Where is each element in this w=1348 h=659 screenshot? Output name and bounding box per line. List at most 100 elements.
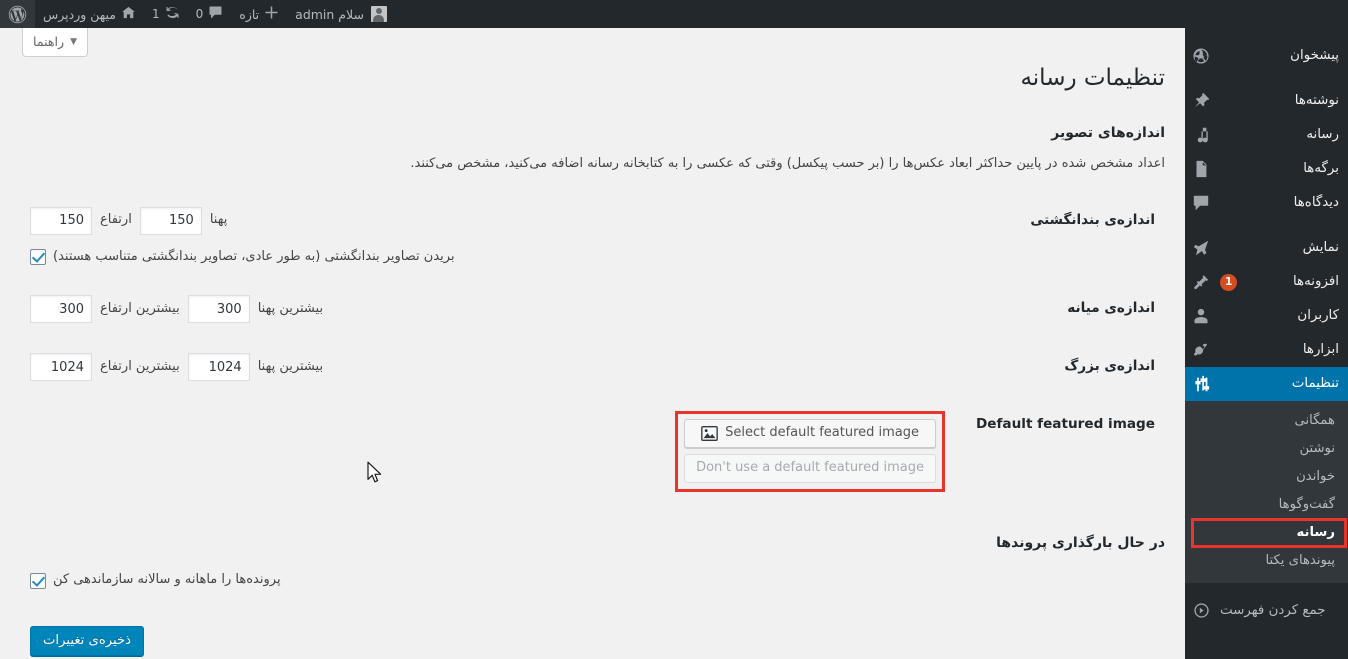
sidebar-item-comments[interactable]: دیدگاه‌ها [1185,186,1348,220]
submenu-item-discussion[interactable]: گفت‌وگوها [1185,491,1348,519]
submenu-item-media[interactable]: رسانه [1185,518,1348,548]
screen-meta-links: ▼ راهنما [22,28,89,57]
sidebar-item-users[interactable]: کاربران [1185,299,1348,333]
submit-area: ذخیره‌ی تغییرات [20,626,1165,657]
page-title: تنظیمات رسانه [1020,65,1165,91]
remove-default-featured-image-button[interactable]: Don't use a default featured image [684,454,936,484]
organize-uploads-check-row: پرونده‌ها را ماهانه و سالانه سازماندهی ک… [30,572,945,589]
appearance-icon [1191,238,1211,258]
pin-icon [1191,91,1211,111]
sidebar-item-label: برگه‌ها [1303,161,1339,176]
default-featured-image-fields: Select default featured image Don't use … [20,396,955,507]
collapse-label: جمع کردن فهرست [1220,602,1326,618]
uploading-files-heading: در حال بارگذاری پروندها [996,535,1165,552]
thumbnail-width-label: پهنا [209,212,228,228]
thumbnail-crop-checkbox[interactable] [30,248,46,265]
main-content: تنظیمات رسانه اندازه‌های تصویر اعداد مشخ… [0,28,1185,659]
thumbnail-height-label: ارتفاع [100,212,132,228]
site-name-label: میهن وردپرس [43,6,116,22]
avatar [370,6,387,22]
medium-width-input[interactable] [187,295,250,324]
sidebar-item-label: دیدگاه‌ها [1293,195,1339,210]
sidebar-item-label: تنظیمات [1291,376,1339,391]
help-tab-button[interactable]: ▼ راهنما [22,28,89,57]
updates-menu[interactable]: 1 [144,0,188,28]
sidebar-item-label: نمایش [1302,240,1339,255]
users-icon [1191,306,1211,326]
updates-icon [165,5,180,23]
sidebar-item-tools[interactable]: ابزارها [1185,333,1348,367]
large-height-label: بیشترین ارتفاع [100,358,180,374]
menu-separator-2 [1185,220,1348,231]
sidebar-item-dashboard[interactable]: پیشخوان [1185,39,1348,73]
new-content-menu[interactable]: تازه [231,0,287,28]
thumbnail-size-label: اندازه‌ی بندانگشتی [1030,211,1155,228]
sidebar-item-label: نوشته‌ها [1294,93,1339,108]
howdy-account-menu[interactable]: سلام admin [287,0,395,28]
sidebar-item-label: ابزارها [1302,342,1339,357]
medium-width-label: بیشترین پهنا [257,300,324,316]
sidebar-item-posts[interactable]: نوشته‌ها [1185,84,1348,118]
submenu-item-writing[interactable]: نوشتن [1185,435,1348,463]
updates-count: 1 [152,7,160,21]
sidebar-item-media[interactable]: رسانه [1185,118,1348,152]
save-changes-button[interactable]: ذخیره‌ی تغییرات [30,626,145,657]
howdy-label: سلام admin [295,6,364,22]
menu-separator-1 [1185,73,1348,84]
comments-count: 0 [195,7,204,21]
large-size-fields: بیشترین پهنا بیشترین ارتفاع [20,338,955,396]
submenu-label: رسانه [1296,525,1335,540]
remove-default-featured-image-label: Don't use a default featured image [696,460,924,476]
medium-size-fields: بیشترین پهنا بیشترین ارتفاع [20,280,955,338]
help-tab-label: راهنما [33,34,65,49]
submenu-item-reading[interactable]: خواندن [1185,463,1348,491]
submenu-label: پیوندهای یکتا [1265,553,1336,568]
plus-icon [264,5,279,23]
sidebar-item-appearance[interactable]: نمایش [1185,231,1348,265]
medium-height-label: بیشترین ارتفاع [100,300,180,316]
large-size-row: اندازه‌ی بزرگ بیشترین پهنا بیشترین ارتفا… [20,338,1165,396]
new-content-label: تازه [239,6,260,22]
thumbnail-size-row: اندازه‌ی بندانگشتی پهنا ارتفاع بریدن تصا… [20,192,1165,281]
sidebar-item-label: رسانه [1306,127,1339,142]
thumbnail-width-input[interactable] [139,206,202,235]
large-height-input[interactable] [30,353,92,382]
thumbnail-size-fields: پهنا ارتفاع بریدن تصاویر بندانگشتی (به ط… [20,192,955,281]
sidebar-item-pages[interactable]: برگه‌ها [1185,152,1348,186]
settings-icon [1191,374,1211,394]
image-sizes-description: اعداد مشخص شده در پایین حداکثر ابعاد عکس… [410,156,1165,171]
tools-icon [1191,340,1211,360]
site-name-menu[interactable]: میهن وردپرس [35,0,144,28]
admin-sidebar-menu: پیشخوان نوشته‌ها رسانه برگه‌ها دید [1177,28,1348,659]
home-icon [121,5,136,23]
large-width-label: بیشترین پهنا [257,358,324,374]
image-sizes-heading: اندازه‌های تصویر [1051,125,1165,141]
medium-size-label: اندازه‌ی میانه [1067,300,1155,317]
image-icon [701,426,718,442]
submenu-item-general[interactable]: همگانی [1185,407,1348,435]
dashboard-icon [1191,46,1211,66]
collapse-menu-button[interactable]: جمع کردن فهرست [1185,593,1348,627]
comments-menu[interactable]: 0 [188,0,232,28]
large-width-input[interactable] [187,353,250,382]
sidebar-item-label: کاربران [1297,308,1339,323]
settings-submenu: همگانی نوشتن خواندن گفت‌وگوها رسانه پیون… [1185,401,1348,583]
organize-uploads-row: پرونده‌ها را ماهانه و سالانه سازماندهی ک… [20,557,1165,604]
thumbnail-height-input[interactable] [30,206,92,235]
medium-height-input[interactable] [30,295,92,324]
select-default-featured-image-label: Select default featured image [725,425,919,441]
plugins-update-badge: 1 [1220,273,1238,291]
submenu-item-permalinks[interactable]: پیوندهای یکتا [1185,547,1348,575]
organize-uploads-checkbox[interactable] [30,572,46,589]
wordpress-logo-icon[interactable] [0,0,35,28]
select-default-featured-image-button[interactable]: Select default featured image [684,419,936,449]
sidebar-item-plugins[interactable]: 1 افزونه‌ها [1185,265,1348,299]
thumbnail-crop-row: بریدن تصاویر بندانگشتی (به طور عادی، تصا… [30,249,945,266]
chevron-down-icon: ▼ [70,37,78,47]
default-featured-image-label: Default featured image [976,416,1155,433]
sidebar-item-settings[interactable]: تنظیمات [1177,367,1348,401]
comment-icon [1191,193,1211,213]
organize-uploads-th [955,557,1165,604]
page-icon [1191,159,1211,179]
organize-uploads-field: پرونده‌ها را ماهانه و سالانه سازماندهی ک… [20,557,955,604]
